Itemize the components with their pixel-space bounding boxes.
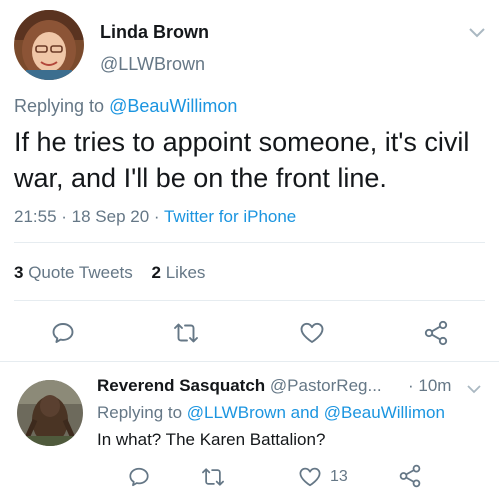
divider bbox=[14, 300, 485, 301]
reply-author-handle[interactable]: @PastorReg... bbox=[265, 376, 382, 395]
reply-button[interactable] bbox=[126, 464, 152, 490]
share-icon bbox=[399, 464, 421, 488]
author-handle[interactable]: @LLWBrown bbox=[100, 54, 205, 75]
retweet-button[interactable] bbox=[171, 318, 201, 348]
chevron-down-icon[interactable] bbox=[469, 26, 485, 38]
tweet-time: 21:55 bbox=[14, 207, 57, 226]
divider bbox=[14, 242, 485, 243]
likes-count: 2 bbox=[151, 263, 161, 282]
likes-stat[interactable]: 2 Likes bbox=[152, 263, 206, 282]
replying-to-link[interactable]: @BeauWillimon bbox=[324, 403, 445, 422]
chevron-down-icon[interactable] bbox=[467, 381, 481, 394]
like-count: 13 bbox=[330, 468, 348, 485]
like-button[interactable]: 13 bbox=[298, 464, 358, 490]
retweet-icon bbox=[202, 468, 224, 486]
quote-tweets-stat[interactable]: 3 Quote Tweets bbox=[14, 263, 133, 282]
tweet-meta: 21:55 · 18 Sep 20 · Twitter for iPhone bbox=[14, 207, 296, 227]
share-icon bbox=[424, 320, 448, 346]
likes-label: Likes bbox=[160, 263, 206, 282]
replying-to-link[interactable]: @LLWBrown bbox=[187, 403, 286, 422]
replying-to: Replying to @BeauWillimon bbox=[14, 96, 237, 117]
tweet-stats: 3 Quote Tweets 2 Likes bbox=[14, 263, 219, 283]
reply-icon bbox=[52, 323, 74, 343]
reply-text: In what? The Karen Battalion? bbox=[97, 430, 326, 449]
author-name[interactable]: Linda Brown bbox=[100, 22, 209, 43]
tweet-date: 18 Sep 20 bbox=[71, 207, 150, 226]
like-icon bbox=[300, 322, 324, 343]
replying-to-link[interactable]: @BeauWillimon bbox=[109, 96, 237, 116]
reply-tweet[interactable]: Reverend Sasquatch @PastorReg... · 10m R… bbox=[0, 362, 499, 500]
replying-prefix: Replying to bbox=[14, 96, 110, 116]
replying-and: and bbox=[285, 403, 324, 422]
reply-time: · 10m bbox=[408, 376, 452, 395]
avatar[interactable] bbox=[14, 10, 84, 80]
retweet-button[interactable] bbox=[200, 464, 226, 490]
avatar[interactable] bbox=[17, 380, 83, 446]
share-button[interactable] bbox=[397, 463, 423, 489]
like-button[interactable] bbox=[297, 318, 327, 348]
quote-label: Quote Tweets bbox=[23, 263, 133, 282]
main-tweet: Linda Brown @LLWBrown Replying to @BeauW… bbox=[0, 0, 499, 362]
reply-header: Reverend Sasquatch @PastorReg... bbox=[97, 376, 382, 396]
share-button[interactable] bbox=[421, 318, 451, 348]
meta-separator: · bbox=[149, 207, 164, 226]
reply-button[interactable] bbox=[48, 318, 78, 348]
reply-icon bbox=[129, 467, 149, 487]
retweet-icon bbox=[174, 323, 198, 343]
tweet-text: If he tries to appoint someone, it's civ… bbox=[14, 127, 470, 193]
like-icon bbox=[299, 467, 321, 487]
reply-author-name[interactable]: Reverend Sasquatch bbox=[97, 376, 265, 395]
meta-separator: · bbox=[56, 207, 72, 226]
reply-replying-to: Replying to @LLWBrown and @BeauWillimon bbox=[97, 403, 445, 423]
tweet-source-link[interactable]: Twitter for iPhone bbox=[164, 207, 296, 226]
replying-prefix: Replying to bbox=[97, 403, 187, 422]
